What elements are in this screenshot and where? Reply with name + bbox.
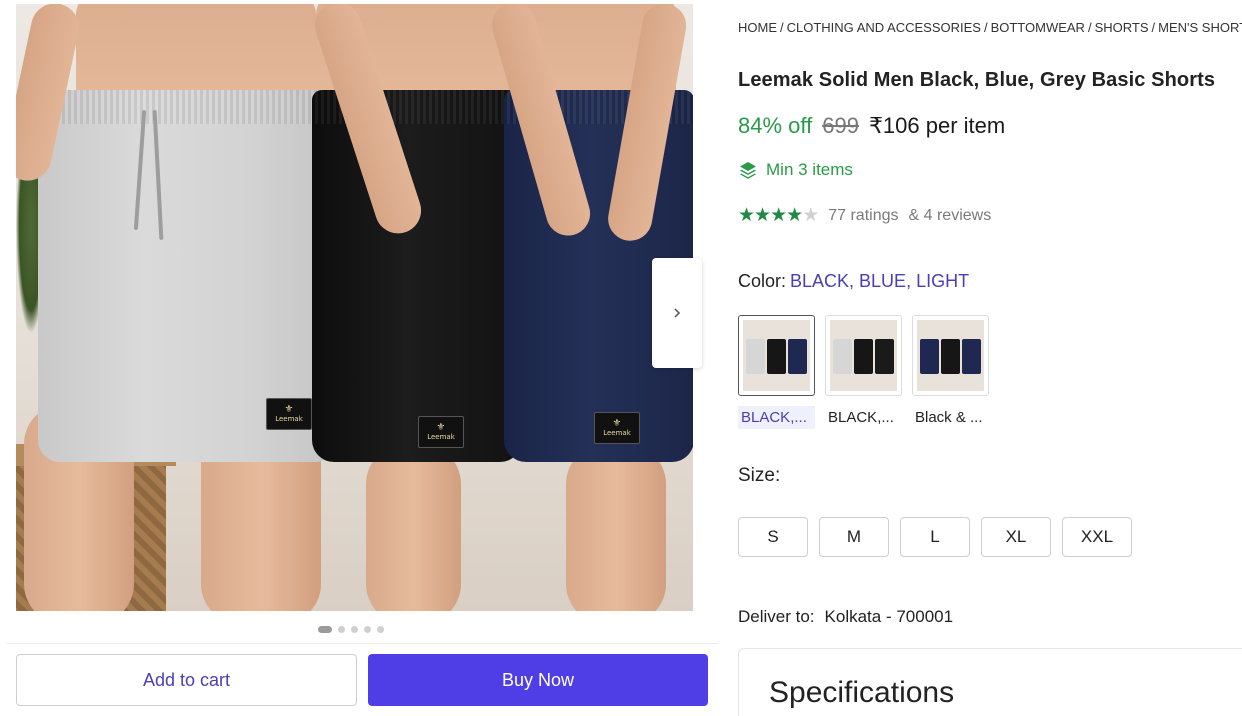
breadcrumb-link[interactable]: SHORTS bbox=[1095, 20, 1149, 35]
swatch-label: BLACK,... bbox=[738, 406, 815, 429]
grey-shorts: ⚜ Leemak bbox=[38, 90, 338, 462]
brand-patch-text: Leemak bbox=[603, 429, 631, 437]
breadcrumb: HOME / CLOTHING AND ACCESSORIES / BOTTOMWEAR… bbox=[738, 20, 1242, 35]
model-leg bbox=[566, 444, 666, 611]
swatch-shorts bbox=[788, 339, 807, 374]
min-items-badge: Min 3 items bbox=[738, 160, 853, 180]
model-torso-1 bbox=[76, 4, 316, 104]
swatch-photo bbox=[830, 320, 897, 391]
size-options: S M L XL XXL bbox=[738, 517, 1132, 557]
reviews-count: & 4 reviews bbox=[908, 206, 992, 224]
delivery-location[interactable]: Kolkata - 700001 bbox=[815, 607, 954, 626]
add-to-cart-button[interactable]: Add to cart bbox=[16, 654, 357, 706]
breadcrumb-link[interactable]: BOTTOMWEAR bbox=[991, 20, 1085, 35]
swatch-shorts bbox=[962, 339, 981, 374]
swatch-shorts bbox=[767, 339, 786, 374]
pagination-dot[interactable] bbox=[364, 626, 371, 633]
product-gallery: ⚜ Leemak ⚜ Leemak ⚜ Leemak Add to cart B… bbox=[6, 0, 718, 716]
star-empty-icon: ★ bbox=[802, 205, 819, 226]
chevron-right-icon bbox=[674, 308, 681, 318]
star-filled-icon: ★ bbox=[786, 205, 803, 226]
model-leg bbox=[366, 444, 461, 611]
buy-now-button[interactable]: Buy Now bbox=[368, 654, 708, 706]
star-filled-icon: ★ bbox=[754, 205, 771, 226]
breadcrumb-separator: / bbox=[983, 20, 988, 35]
price-row: 84% off 699 ₹106 per item bbox=[738, 113, 1005, 139]
pagination-dot[interactable] bbox=[318, 626, 332, 633]
logo-icon: ⚜ bbox=[284, 404, 294, 415]
black-shorts: ⚜ Leemak bbox=[312, 90, 522, 462]
breadcrumb-separator: / bbox=[1087, 20, 1092, 35]
brand-patch-text: Leemak bbox=[275, 415, 303, 423]
size-label: Size: bbox=[738, 465, 781, 486]
breadcrumb-link[interactable]: CLOTHING AND ACCESSORIES bbox=[787, 20, 981, 35]
drawstring bbox=[133, 110, 147, 230]
next-image-button[interactable] bbox=[652, 258, 702, 368]
swatch-label: Black & ... bbox=[915, 409, 983, 426]
swatch-shorts bbox=[833, 339, 852, 374]
mrp-price: 699 bbox=[822, 113, 859, 138]
logo-icon: ⚜ bbox=[436, 422, 446, 433]
pagination-dot[interactable] bbox=[338, 626, 345, 633]
discount-label: 84% off bbox=[738, 113, 813, 138]
swatch-photo bbox=[743, 320, 810, 391]
color-row: Color: BLACK, BLUE, LIGHT bbox=[738, 271, 969, 292]
swatch-shorts bbox=[746, 339, 765, 374]
selling-price: ₹106 per item bbox=[868, 113, 1006, 138]
drawstring bbox=[152, 109, 164, 241]
size-option-xl[interactable]: XL bbox=[981, 517, 1051, 557]
deliver-label: Deliver to: bbox=[738, 607, 815, 626]
pagination-dot[interactable] bbox=[377, 626, 384, 633]
min-items-text: Min 3 items bbox=[766, 160, 853, 179]
swatch-photo bbox=[917, 320, 984, 391]
color-swatch[interactable]: Black & ... bbox=[912, 315, 989, 429]
product-title: Leemak Solid Men Black, Blue, Grey Basic… bbox=[738, 69, 1216, 91]
color-label: Color: bbox=[738, 271, 787, 291]
star-filled-icon: ★ bbox=[770, 205, 787, 226]
brand-patch: ⚜ Leemak bbox=[594, 412, 640, 444]
selected-color: BLACK, BLUE, LIGHT bbox=[790, 271, 970, 291]
swatch-shorts bbox=[941, 339, 960, 374]
swatch-shorts bbox=[875, 339, 894, 374]
breadcrumb-link[interactable]: MEN'S SHORTS bbox=[1158, 20, 1242, 35]
swatch-thumbnail bbox=[738, 315, 815, 396]
star-rating: ★★★★★ bbox=[738, 204, 819, 227]
color-swatches: BLACK,... BLACK,... Black & ... bbox=[738, 315, 989, 429]
swatch-thumbnail bbox=[825, 315, 902, 396]
waistband bbox=[38, 90, 338, 124]
image-pagination bbox=[318, 626, 384, 633]
color-swatch[interactable]: BLACK,... bbox=[825, 315, 902, 429]
size-option-xxl[interactable]: XXL bbox=[1062, 517, 1132, 557]
brand-patch: ⚜ Leemak bbox=[266, 398, 312, 430]
color-swatch[interactable]: BLACK,... bbox=[738, 315, 815, 429]
specifications-card: Specifications bbox=[738, 648, 1242, 716]
pagination-dot[interactable] bbox=[351, 626, 358, 633]
ratings-count: 77 ratings bbox=[828, 206, 899, 224]
swatch-thumbnail bbox=[912, 315, 989, 396]
product-image[interactable]: ⚜ Leemak ⚜ Leemak ⚜ Leemak bbox=[16, 4, 693, 611]
logo-icon: ⚜ bbox=[612, 418, 622, 429]
brand-patch: ⚜ Leemak bbox=[418, 416, 464, 448]
swatch-label: BLACK,... bbox=[828, 409, 894, 426]
breadcrumb-separator: / bbox=[1151, 20, 1156, 35]
action-bar: Add to cart Buy Now bbox=[6, 643, 718, 716]
breadcrumb-link[interactable]: HOME bbox=[738, 20, 777, 35]
delivery-row: Deliver to: Kolkata - 700001 bbox=[738, 607, 953, 627]
star-filled-icon: ★ bbox=[738, 205, 755, 226]
swatch-shorts bbox=[854, 339, 873, 374]
rating-row[interactable]: ★★★★★ 77 ratings & 4 reviews bbox=[738, 204, 991, 227]
layers-icon bbox=[740, 162, 756, 179]
brand-patch-text: Leemak bbox=[427, 433, 455, 441]
product-details: HOME / CLOTHING AND ACCESSORIES / BOTTOMWEAR… bbox=[738, 0, 1242, 716]
size-option-m[interactable]: M bbox=[819, 517, 889, 557]
size-option-l[interactable]: L bbox=[900, 517, 970, 557]
breadcrumb-separator: / bbox=[780, 20, 784, 35]
size-option-s[interactable]: S bbox=[738, 517, 808, 557]
specifications-title: Specifications bbox=[769, 676, 955, 709]
swatch-shorts bbox=[920, 339, 939, 374]
